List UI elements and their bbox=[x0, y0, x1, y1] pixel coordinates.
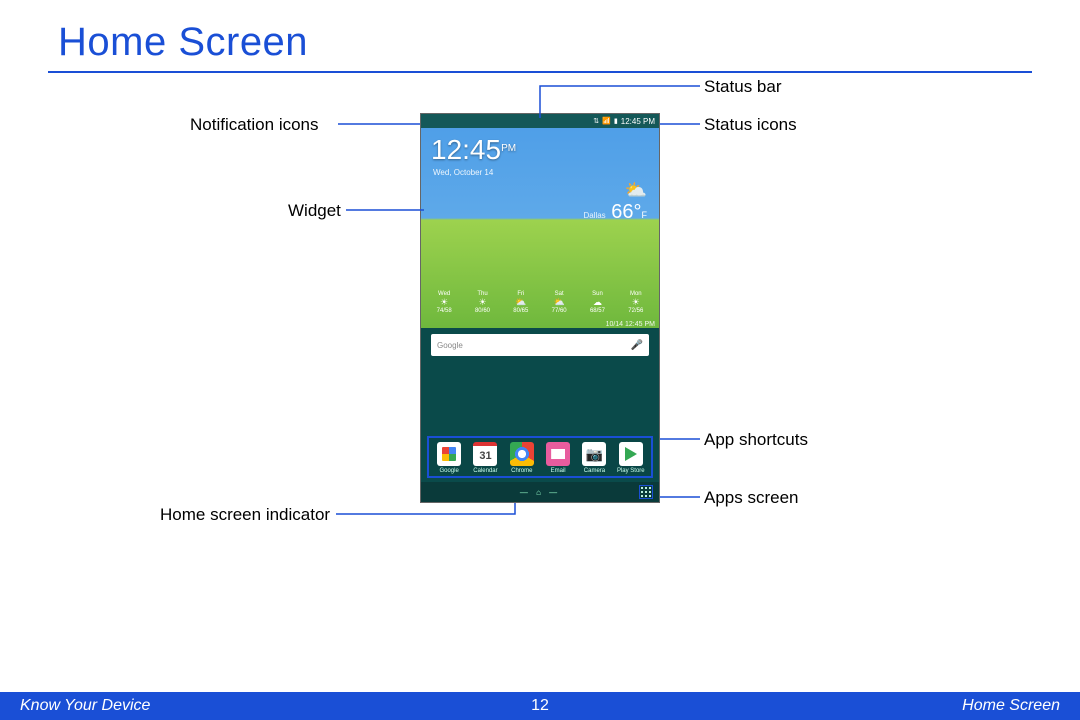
home-indicator: — ⌂ — bbox=[520, 488, 560, 497]
callout-app-shortcuts: App shortcuts bbox=[704, 430, 808, 450]
callout-notification-icons: Notification icons bbox=[190, 115, 319, 135]
callout-widget: Widget bbox=[288, 201, 341, 221]
app-calendar: 31Calendar bbox=[468, 442, 502, 474]
mic-icon: 🎤 bbox=[631, 340, 643, 351]
weather-temp: Dallas 66°F bbox=[583, 201, 647, 224]
apps-screen-button bbox=[639, 485, 653, 499]
statusbar-time: 12:45 PM bbox=[621, 117, 655, 126]
google-search-bar: Google 🎤 bbox=[431, 334, 649, 356]
callout-status-bar: Status bar bbox=[704, 77, 782, 97]
signal-icon: 📶 bbox=[602, 117, 611, 125]
weather-timestamp: 10/14 12:45 PM bbox=[606, 321, 655, 328]
calendar-icon: 31 bbox=[473, 442, 497, 466]
status-bar: ⇅ 📶 ▮ 12:45 PM bbox=[421, 114, 659, 128]
diagram-stage: Notification icons Widget Home screen in… bbox=[0, 73, 1080, 633]
footer-right: Home Screen bbox=[962, 697, 1060, 715]
clock-time: 12:45PM bbox=[431, 134, 516, 166]
chrome-icon bbox=[510, 442, 534, 466]
footer-left: Know Your Device bbox=[20, 697, 150, 715]
forecast-row: Wed☀74/58 Thu☀80/60 Fri⛅80/65 Sat⛅77/60 … bbox=[421, 291, 659, 314]
clock-date: Wed, October 14 bbox=[433, 168, 493, 177]
page-footer: Know Your Device 12 Home Screen bbox=[0, 692, 1080, 720]
app-chrome: Chrome bbox=[505, 442, 539, 474]
camera-icon: 📷 bbox=[582, 442, 606, 466]
app-google: Google bbox=[432, 442, 466, 474]
phone-screenshot: ⇅ 📶 ▮ 12:45 PM 12:45PM Wed, October 14 ⛅… bbox=[420, 113, 660, 503]
wifi-icon: ⇅ bbox=[593, 117, 599, 125]
app-email: Email bbox=[541, 442, 575, 474]
weather-icon: ⛅ bbox=[583, 180, 647, 201]
callout-home-screen-indicator: Home screen indicator bbox=[160, 505, 330, 525]
app-camera: 📷Camera bbox=[577, 442, 611, 474]
weather-block: ⛅ Dallas 66°F bbox=[583, 180, 647, 224]
play-store-icon bbox=[619, 442, 643, 466]
footer-page-number: 12 bbox=[531, 697, 549, 715]
battery-icon: ▮ bbox=[614, 117, 618, 125]
app-dock: Google 31Calendar Chrome Email 📷Camera P… bbox=[427, 436, 653, 478]
search-placeholder: Google bbox=[437, 341, 463, 350]
callout-status-icons: Status icons bbox=[704, 115, 797, 135]
weather-widget: 12:45PM Wed, October 14 ⛅ Dallas 66°F We… bbox=[421, 128, 659, 328]
google-icon bbox=[437, 442, 461, 466]
page-title: Home Screen bbox=[0, 0, 1080, 71]
app-playstore: Play Store bbox=[614, 442, 648, 474]
nav-bar: — ⌂ — bbox=[421, 482, 659, 502]
callout-apps-screen: Apps screen bbox=[704, 488, 799, 508]
email-icon bbox=[546, 442, 570, 466]
